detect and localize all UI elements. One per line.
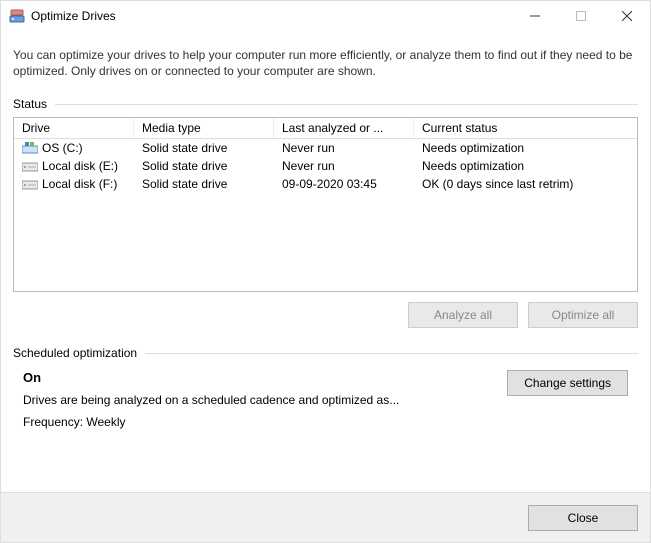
cell-drive: Local disk (E:) [14,158,134,174]
divider [55,104,638,105]
scheduled-body: On Drives are being analyzed on a schedu… [13,366,638,429]
close-button[interactable]: Close [528,505,638,531]
table-body: OS (C:)Solid state driveNever runNeeds o… [14,139,637,193]
cell-last: Never run [274,140,414,156]
analyze-all-button[interactable]: Analyze all [408,302,518,328]
drives-table[interactable]: Drive Media type Last analyzed or ... Cu… [13,117,638,292]
content-area: You can optimize your drives to help you… [1,31,650,492]
scheduled-state: On [23,370,495,385]
drive-name: Local disk (F:) [42,177,117,191]
cell-drive: Local disk (F:) [14,176,134,192]
cell-media: Solid state drive [134,158,274,174]
app-icon [9,8,25,24]
cell-status: OK (0 days since last retrim) [414,176,637,192]
cell-status: Needs optimization [414,158,637,174]
action-buttons-row: Analyze all Optimize all [13,302,638,328]
bottom-bar: Close [1,492,650,542]
drive-name: Local disk (E:) [42,159,118,173]
minimize-button[interactable] [512,1,558,31]
scheduled-line1: Drives are being analyzed on a scheduled… [23,393,495,407]
drive-name: OS (C:) [42,141,83,155]
cell-media: Solid state drive [134,176,274,192]
scheduled-frequency: Frequency: Weekly [23,415,495,429]
change-settings-button[interactable]: Change settings [507,370,628,396]
table-row[interactable]: Local disk (E:) Solid state driveNever ru… [14,157,637,175]
col-media[interactable]: Media type [134,118,274,138]
titlebar: Optimize Drives [1,1,650,31]
optimize-all-button[interactable]: Optimize all [528,302,638,328]
cell-drive: OS (C:) [14,140,134,156]
col-last[interactable]: Last analyzed or ... [274,118,414,138]
cell-last: 09-09-2020 03:45 [274,176,414,192]
divider [145,353,638,354]
status-section-header: Status [13,97,638,111]
status-label: Status [13,97,47,111]
window-title: Optimize Drives [31,9,116,23]
cell-last: Never run [274,158,414,174]
description-text: You can optimize your drives to help you… [13,47,638,79]
col-drive[interactable]: Drive [14,118,134,138]
cell-media: Solid state drive [134,140,274,156]
scheduled-section-header: Scheduled optimization [13,346,638,360]
maximize-button[interactable] [558,1,604,31]
table-header: Drive Media type Last analyzed or ... Cu… [14,118,637,139]
table-row[interactable]: OS (C:) Solid state driveNever runNeeds o… [14,139,637,157]
scheduled-text: On Drives are being analyzed on a schedu… [23,370,495,429]
close-window-button[interactable] [604,1,650,31]
table-row[interactable]: Local disk (F:) Solid state drive09-09-20… [14,175,637,193]
col-status[interactable]: Current status [414,118,637,138]
cell-status: Needs optimization [414,140,637,156]
scheduled-label: Scheduled optimization [13,346,137,360]
